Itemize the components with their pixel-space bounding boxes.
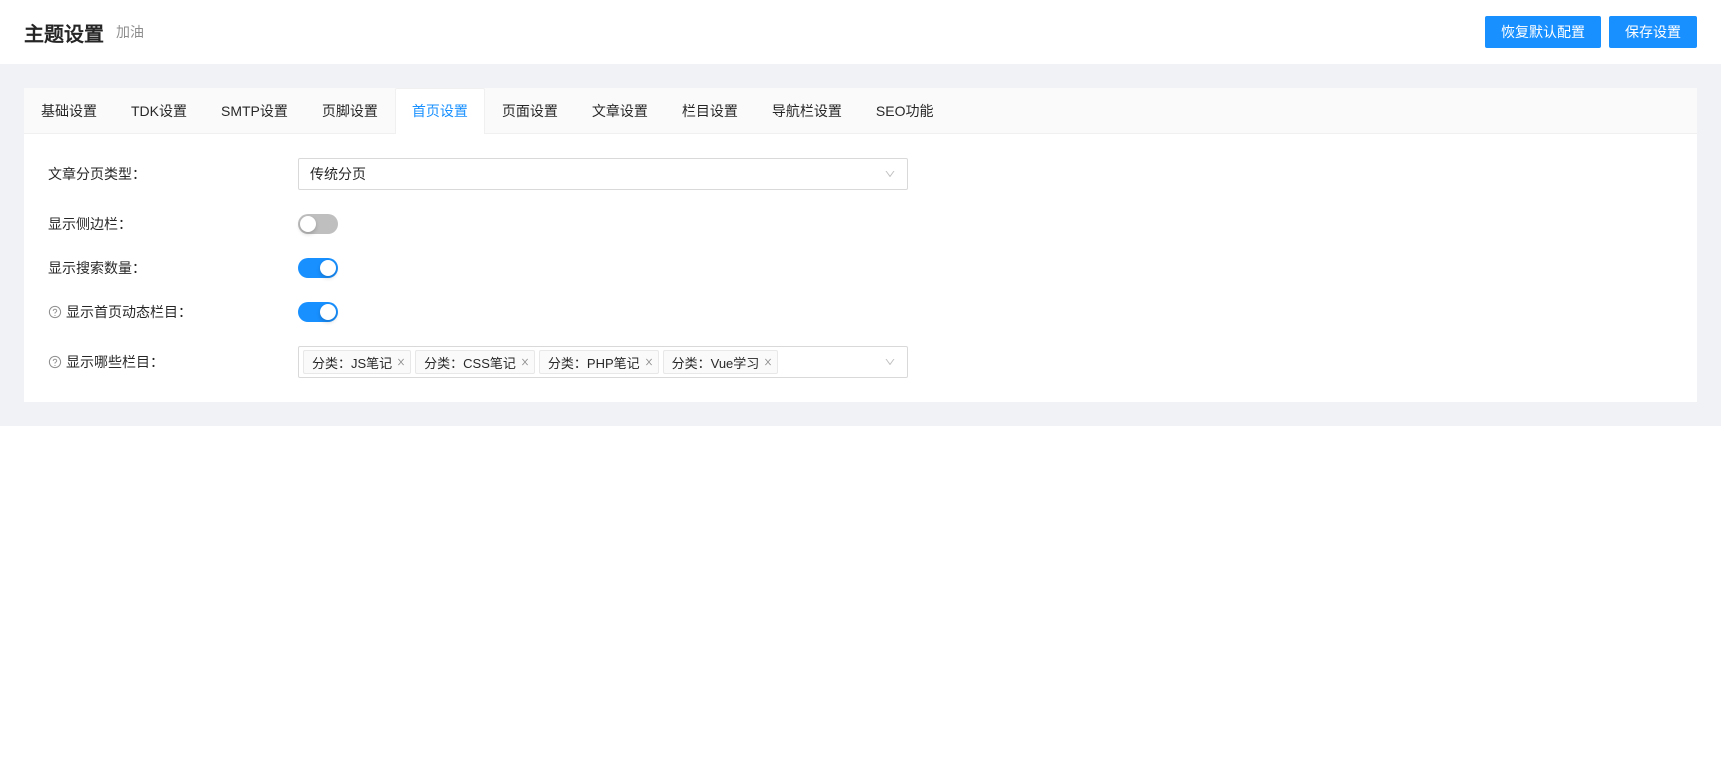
row-show-columns: 显示哪些栏目： 分类：JS笔记 分类：CSS笔记	[48, 346, 1673, 378]
tab-nav[interactable]: 导航栏设置	[755, 88, 859, 133]
switch-show-search-count[interactable]	[298, 258, 338, 278]
select-pagination-type[interactable]: 传统分页	[298, 158, 908, 190]
save-settings-button[interactable]: 保存设置	[1609, 16, 1697, 48]
label-show-sidebar: 显示侧边栏：	[48, 214, 298, 234]
tag-item: 分类：CSS笔记	[415, 350, 535, 374]
card-container: 基础设置 TDK设置 SMTP设置 页脚设置 首页设置 页面设置 文章设置 栏目…	[24, 88, 1697, 402]
control-show-sidebar	[298, 214, 908, 234]
tag-item: 分类：JS笔记	[303, 350, 411, 374]
row-show-sidebar: 显示侧边栏：	[48, 214, 1673, 234]
label-show-columns: 显示哪些栏目：	[48, 352, 298, 372]
control-pagination-type: 传统分页	[298, 158, 908, 190]
close-icon[interactable]	[396, 357, 406, 367]
tab-page[interactable]: 页面设置	[485, 88, 575, 133]
close-icon[interactable]	[520, 357, 530, 367]
tag-label: 分类：CSS笔记	[424, 353, 516, 372]
tag-label: 分类：JS笔记	[312, 353, 392, 372]
label-show-dynamic: 显示首页动态栏目：	[48, 302, 298, 322]
tag-item: 分类：Vue学习	[663, 350, 779, 374]
chevron-down-icon	[884, 356, 896, 368]
page-header: 主题设置 加油 恢复默认配置 保存设置	[0, 0, 1721, 64]
tag-label: 分类：Vue学习	[672, 353, 760, 372]
tab-content: 文章分页类型： 传统分页 显示侧边栏： 显示搜索数量：	[24, 134, 1697, 402]
tag-item: 分类：PHP笔记	[539, 350, 659, 374]
main-wrapper: 基础设置 TDK设置 SMTP设置 页脚设置 首页设置 页面设置 文章设置 栏目…	[0, 64, 1721, 426]
label-show-search-count: 显示搜索数量：	[48, 258, 298, 278]
tab-smtp[interactable]: SMTP设置	[204, 88, 305, 133]
control-show-search-count	[298, 258, 908, 278]
tab-article[interactable]: 文章设置	[575, 88, 665, 133]
page-title: 主题设置	[24, 18, 104, 47]
tab-basic[interactable]: 基础设置	[24, 88, 114, 133]
multi-select-columns[interactable]: 分类：JS笔记 分类：CSS笔记 分类：PHP笔记	[298, 346, 908, 378]
restore-default-button[interactable]: 恢复默认配置	[1485, 16, 1601, 48]
close-icon[interactable]	[644, 357, 654, 367]
header-actions: 恢复默认配置 保存设置	[1485, 16, 1697, 48]
label-text: 显示哪些栏目：	[66, 352, 164, 372]
chevron-down-icon	[884, 168, 896, 180]
switch-show-dynamic[interactable]	[298, 302, 338, 322]
tab-seo[interactable]: SEO功能	[859, 88, 951, 133]
page-subtitle: 加油	[116, 22, 144, 42]
tabs-bar: 基础设置 TDK设置 SMTP设置 页脚设置 首页设置 页面设置 文章设置 栏目…	[24, 88, 1697, 134]
switch-show-sidebar[interactable]	[298, 214, 338, 234]
select-value: 传统分页	[310, 164, 366, 184]
question-circle-icon[interactable]	[48, 305, 62, 319]
row-pagination-type: 文章分页类型： 传统分页	[48, 158, 1673, 190]
row-show-dynamic: 显示首页动态栏目：	[48, 302, 1673, 322]
label-text: 显示首页动态栏目：	[66, 302, 192, 322]
tab-tdk[interactable]: TDK设置	[114, 88, 204, 133]
control-show-columns: 分类：JS笔记 分类：CSS笔记 分类：PHP笔记	[298, 346, 908, 378]
tab-footer[interactable]: 页脚设置	[305, 88, 395, 133]
tab-column[interactable]: 栏目设置	[665, 88, 755, 133]
tab-home[interactable]: 首页设置	[395, 88, 485, 134]
label-pagination-type: 文章分页类型：	[48, 164, 298, 184]
tag-label: 分类：PHP笔记	[548, 353, 640, 372]
close-icon[interactable]	[763, 357, 773, 367]
row-show-search-count: 显示搜索数量：	[48, 258, 1673, 278]
control-show-dynamic	[298, 302, 908, 322]
question-circle-icon[interactable]	[48, 355, 62, 369]
